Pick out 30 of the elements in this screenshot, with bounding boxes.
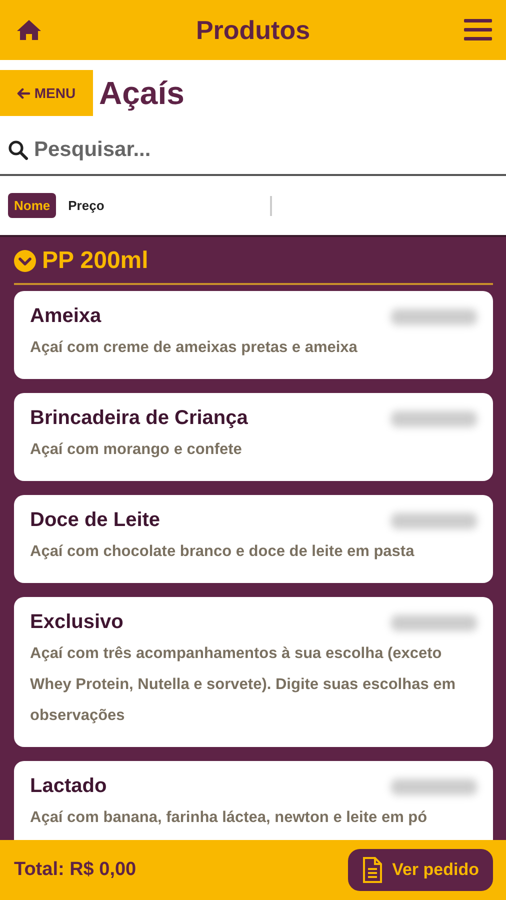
document-icon: [362, 857, 382, 883]
product-name: Doce de Leite: [30, 509, 160, 532]
search-field[interactable]: Pesquisar...: [34, 138, 506, 162]
product-name: Lactado: [30, 775, 107, 798]
product-name: Exclusivo: [30, 611, 124, 634]
arrow-left-icon: [17, 88, 30, 98]
product-description: Açaí com creme de ameixas pretas e ameixa: [30, 338, 358, 358]
order-total: Total: R$ 0,00: [14, 859, 136, 881]
product-description: Açaí com três acompanhamentos à sua escolha (exceto Whey Protein, Nutella e sorvete). Digite suas escolhas em observações: [30, 644, 457, 726]
product-card[interactable]: Brincadeira de Criança Açaí com morango e confete: [14, 393, 493, 481]
product-description: Açaí com banana, farinha láctea, newton e leite em pó: [30, 808, 428, 828]
product-card[interactable]: Ameixa Açaí com creme de ameixas pretas e ameixa: [14, 291, 493, 379]
product-name: Brincadeira de Criança: [30, 407, 248, 430]
back-menu-button[interactable]: MENU: [0, 70, 93, 116]
search-icon: [8, 140, 28, 160]
menu-icon[interactable]: [464, 18, 492, 42]
chevron-down-icon[interactable]: [14, 250, 36, 272]
product-description: Açaí com morango e confete: [30, 440, 243, 460]
section-title: PP 200ml: [42, 247, 148, 275]
home-icon[interactable]: [16, 19, 42, 41]
sort-tab[interactable]: Nome: [8, 193, 56, 218]
product-name: Ameixa: [30, 305, 102, 328]
product-description: Açaí com chocolate branco e doce de leite em pasta: [30, 542, 416, 562]
view-order-button[interactable]: Ver pedido: [348, 849, 493, 891]
product-card[interactable]: Exclusivo Açaí com três acompanhamentos à sua escolha (exceto Whey Protein, Nutella e sorvete). Digite suas escolhas em observações: [14, 597, 493, 747]
page-title: Produtos: [196, 14, 310, 46]
product-card[interactable]: Lactado Açaí com banana, farinha láctea, newton e leite em pó: [14, 761, 493, 840]
product-card[interactable]: Doce de Leite Açaí com chocolate branco e doce de leite em pasta: [14, 495, 493, 583]
sort-tab[interactable]: Preço: [62, 193, 110, 218]
category-title: Açaís: [99, 74, 184, 112]
